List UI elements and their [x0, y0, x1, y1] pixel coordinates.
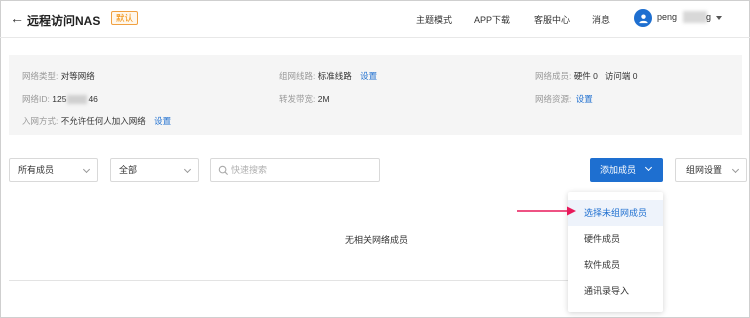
chevron-down-icon	[183, 165, 192, 174]
default-badge: 默认	[111, 11, 139, 25]
user-icon	[638, 13, 648, 23]
network-id-redacted	[67, 95, 88, 105]
network-members: 网络成员: 硬件 0 访问端 0	[535, 71, 638, 81]
search-box[interactable]	[210, 158, 380, 182]
network-type: 网络类型: 对等网络	[22, 71, 95, 81]
user-name-redacted	[683, 11, 707, 23]
status-filter-select[interactable]: 全部	[110, 158, 199, 182]
annotation-arrow-icon	[517, 206, 576, 216]
menu-item-select-ungrouped-members[interactable]: 选择未组网成员	[568, 200, 663, 226]
nav-messages[interactable]: 消息	[592, 13, 610, 26]
nav-customer-service[interactable]: 客服中心	[534, 13, 570, 26]
join-method: 入网方式: 不允许任何人加入网络 设置	[22, 116, 172, 126]
search-input[interactable]	[231, 162, 371, 178]
nav-app-download[interactable]: APP下载	[474, 13, 510, 26]
search-icon	[218, 165, 229, 176]
add-member-button[interactable]: 添加成员	[590, 158, 663, 182]
join-method-settings-link[interactable]: 设置	[154, 116, 171, 126]
chevron-down-icon	[644, 163, 653, 172]
add-member-dropdown: 选择未组网成员 硬件成员 软件成员 通讯录导入	[568, 192, 663, 312]
page-title: 远程访问NAS	[27, 14, 101, 28]
network-info-panel: 网络类型: 对等网络 网络ID: 125 46 入网方式: 不允许任何人加入网络 …	[9, 55, 742, 135]
menu-item-hardware-members[interactable]: 硬件成员	[568, 226, 663, 252]
user-name-suffix[interactable]: g	[706, 12, 711, 22]
menu-item-import-contacts[interactable]: 通讯录导入	[568, 278, 663, 304]
chevron-down-icon	[731, 165, 740, 174]
menu-item-software-members[interactable]: 软件成员	[568, 252, 663, 278]
back-arrow-icon[interactable]: ←	[10, 11, 24, 25]
top-bar: ← 远程访问NAS 默认 主题模式 APP下载 客服中心 消息 peng g	[0, 0, 750, 38]
network-id: 网络ID: 125 46	[22, 94, 98, 105]
resources-settings-link[interactable]: 设置	[576, 94, 593, 104]
avatar[interactable]	[634, 9, 652, 27]
network-resources: 网络资源: 设置	[535, 94, 593, 104]
user-name[interactable]: peng	[657, 12, 677, 22]
nav-theme-mode[interactable]: 主题模式	[416, 13, 452, 26]
divider	[9, 280, 568, 281]
forward-bandwidth: 转发带宽: 2M	[279, 94, 330, 104]
line-settings-link[interactable]: 设置	[360, 71, 377, 81]
group-settings-button[interactable]: 组网设置	[675, 158, 747, 182]
chevron-down-icon	[82, 165, 91, 174]
network-line: 组网线路: 标准线路 设置	[279, 71, 378, 81]
user-menu-caret-icon[interactable]	[716, 16, 722, 20]
empty-state-text: 无相关网络成员	[345, 235, 409, 245]
member-filter-select[interactable]: 所有成员	[9, 158, 98, 182]
